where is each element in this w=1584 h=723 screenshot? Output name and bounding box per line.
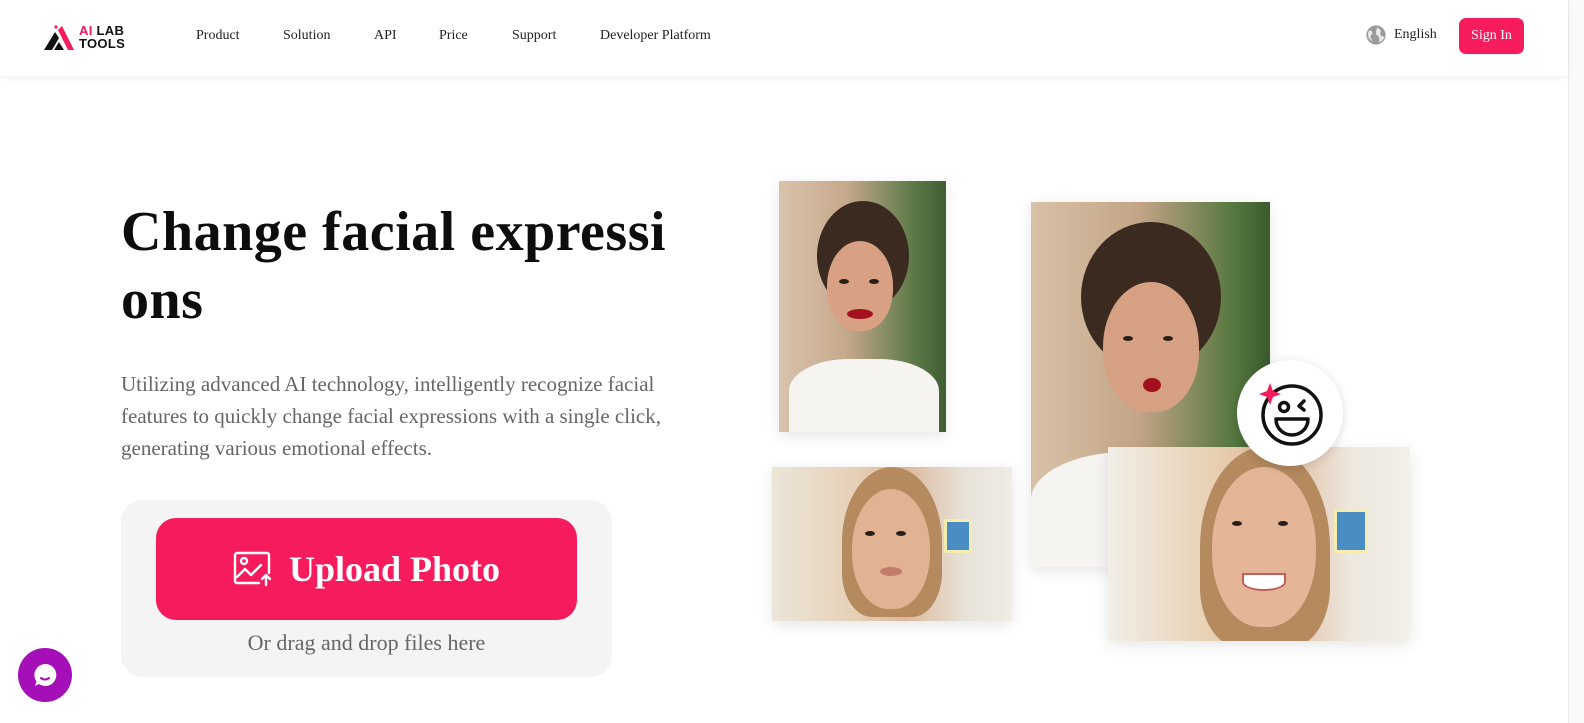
nav-support[interactable]: Support [512, 26, 600, 46]
ailab-tools-logo[interactable]: AI LAB TOOLS [42, 21, 137, 53]
winking-face-icon [1259, 383, 1323, 446]
upload-photo-button[interactable]: Upload Photo [156, 518, 577, 620]
image-upload-icon [233, 551, 272, 587]
nav-developer-platform[interactable]: Developer Platform [600, 26, 711, 46]
globe-icon [1366, 25, 1386, 45]
main-nav: Product Solution API Price Support Devel… [196, 26, 711, 46]
page-scrollbar[interactable] [1568, 0, 1584, 723]
drag-drop-hint: Or drag and drop files here [247, 630, 486, 655]
chat-bubble-icon [34, 663, 57, 686]
nav-price[interactable]: Price [439, 26, 512, 46]
site-header: AI LAB TOOLS Product Solution API Price … [0, 0, 1568, 76]
nav-api[interactable]: API [374, 26, 439, 46]
nav-product[interactable]: Product [196, 26, 283, 46]
logo-wordmark: AI LAB TOOLS [79, 24, 125, 50]
sample-photo-before-blonde [772, 467, 1012, 621]
language-selector[interactable]: English [1365, 24, 1437, 46]
hero-description: Utilizing advanced AI technology, intell… [121, 372, 661, 460]
upload-dropzone[interactable]: Upload Photo Or drag and drop files here [121, 500, 612, 677]
sample-photo-after-smile [1108, 447, 1410, 641]
language-label: English [1394, 27, 1437, 42]
upload-photo-label: Upload Photo [288, 549, 501, 589]
chat-widget-button[interactable] [18, 648, 72, 702]
sign-in-button[interactable]: Sign In [1459, 18, 1524, 54]
logo-mark-icon [44, 25, 74, 50]
sample-photo-before-neutral [779, 181, 946, 432]
expression-badge [1237, 360, 1343, 466]
hero-title: Change facial expressions [121, 201, 667, 331]
logo-tools-text: TOOLS [79, 36, 126, 51]
nav-solution[interactable]: Solution [283, 26, 374, 46]
